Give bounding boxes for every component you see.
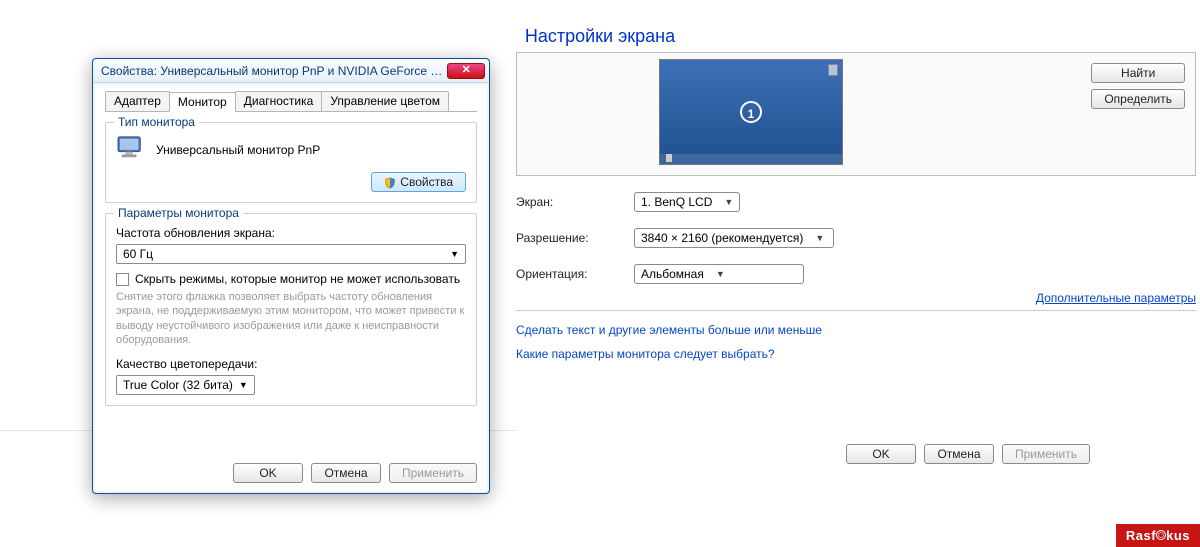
color-quality-label: Качество цветопередачи: <box>116 357 466 371</box>
refresh-rate-label: Частота обновления экрана: <box>116 226 466 240</box>
display-settings-panel: 1 Найти Определить Экран: 1. BenQ LCD ▼ … <box>516 52 1196 361</box>
watermark-badge: Rasfkus <box>1116 524 1200 547</box>
hide-modes-hint: Снятие этого флажка позволяет выбрать ча… <box>116 290 466 347</box>
orientation-label: Ориентация: <box>516 267 634 281</box>
watermark-prefix: Rasf <box>1126 528 1156 543</box>
color-quality-value: True Color (32 бита) <box>123 378 233 392</box>
monitor-properties-dialog: Свойства: Универсальный монитор PnP и NV… <box>92 58 490 494</box>
tab-adapter[interactable]: Адаптер <box>105 91 170 111</box>
monitor-settings-group: Параметры монитора Частота обновления эк… <box>105 213 477 406</box>
display-preview-frame: 1 Найти Определить <box>516 52 1196 176</box>
monitor-properties-button-label: Свойства <box>400 175 453 189</box>
hide-modes-checkbox[interactable] <box>116 273 129 286</box>
dialog-ok-button[interactable]: OK <box>233 463 303 483</box>
orientation-select-value: Альбомная <box>641 267 704 281</box>
apply-button[interactable]: Применить <box>1002 444 1090 464</box>
preview-start-glyph <box>666 154 672 162</box>
chevron-down-icon: ▼ <box>450 249 459 259</box>
screen-select[interactable]: 1. BenQ LCD ▼ <box>634 192 740 212</box>
display-preview-monitor[interactable]: 1 <box>659 59 843 165</box>
dialog-tabs: Адаптер Монитор Диагностика Управление ц… <box>105 91 477 112</box>
uac-shield-icon <box>384 176 396 188</box>
refresh-rate-select[interactable]: 60 Гц ▼ <box>116 244 466 264</box>
watermark-suffix: kus <box>1166 528 1190 543</box>
orientation-select[interactable]: Альбомная ▼ <box>634 264 804 284</box>
dialog-title: Свойства: Универсальный монитор PnP и NV… <box>101 64 447 78</box>
resolution-label: Разрешение: <box>516 231 634 245</box>
monitor-type-group: Тип монитора Универсальный монитор PnP <box>105 122 477 203</box>
main-dialog-buttons: OK Отмена Применить <box>846 444 1090 464</box>
detect-button[interactable]: Определить <box>1091 89 1185 109</box>
dialog-apply-button[interactable]: Применить <box>389 463 477 483</box>
chevron-down-icon: ▼ <box>239 380 248 390</box>
ok-button[interactable]: OK <box>846 444 916 464</box>
screen-select-value: 1. BenQ LCD <box>641 195 712 209</box>
monitor-type-legend: Тип монитора <box>114 115 199 129</box>
chevron-down-icon: ▼ <box>716 269 725 279</box>
scale-text-link[interactable]: Сделать текст и другие элементы больше и… <box>516 323 1196 337</box>
preview-window-glyph <box>828 64 838 76</box>
divider: Дополнительные параметры <box>516 310 1196 311</box>
which-settings-help-link[interactable]: Какие параметры монитора следует выбрать… <box>516 347 1196 361</box>
screen-label: Экран: <box>516 195 634 209</box>
color-quality-select[interactable]: True Color (32 бита) ▼ <box>116 375 255 395</box>
cancel-button[interactable]: Отмена <box>924 444 994 464</box>
dialog-action-buttons: OK Отмена Применить <box>233 463 477 483</box>
display-number-badge: 1 <box>740 101 762 123</box>
hide-modes-label: Скрыть режимы, которые монитор не может … <box>135 272 460 286</box>
chevron-down-icon: ▼ <box>724 197 733 207</box>
monitor-name: Универсальный монитор PnP <box>156 143 320 157</box>
chevron-down-icon: ▼ <box>815 233 824 243</box>
page-title: Настройки экрана <box>0 0 1200 47</box>
monitor-icon <box>116 135 146 164</box>
refresh-rate-value: 60 Гц <box>123 247 153 261</box>
close-icon: ✕ <box>462 65 471 76</box>
tab-color-management[interactable]: Управление цветом <box>321 91 449 111</box>
advanced-settings-link[interactable]: Дополнительные параметры <box>1036 291 1196 305</box>
close-button[interactable]: ✕ <box>447 63 485 79</box>
watermark-logo-icon <box>1156 530 1166 540</box>
preview-taskbar <box>660 154 842 164</box>
dialog-titlebar[interactable]: Свойства: Универсальный монитор PnP и NV… <box>93 59 489 83</box>
dialog-cancel-button[interactable]: Отмена <box>311 463 381 483</box>
resolution-select-value: 3840 × 2160 (рекомендуется) <box>641 231 803 245</box>
monitor-settings-legend: Параметры монитора <box>114 206 243 220</box>
resolution-select[interactable]: 3840 × 2160 (рекомендуется) ▼ <box>634 228 834 248</box>
monitor-properties-button[interactable]: Свойства <box>371 172 466 192</box>
tab-diagnostics[interactable]: Диагностика <box>235 91 323 111</box>
tab-monitor[interactable]: Монитор <box>169 92 236 112</box>
find-button[interactable]: Найти <box>1091 63 1185 83</box>
